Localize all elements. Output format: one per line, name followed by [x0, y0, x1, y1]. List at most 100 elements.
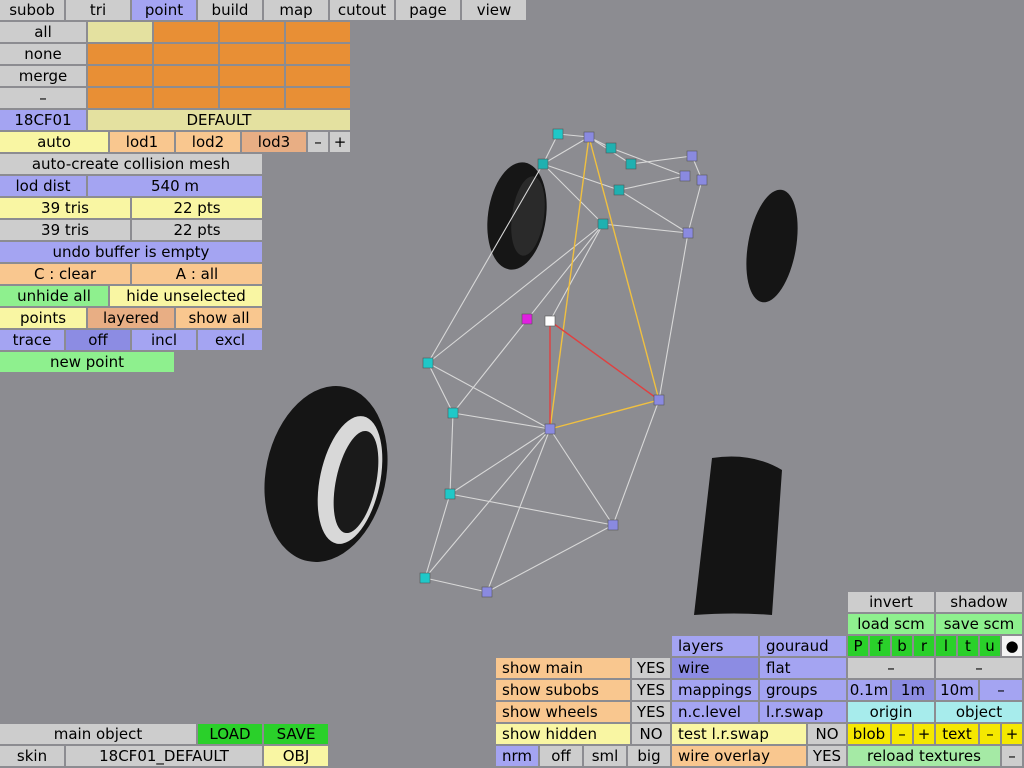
- merge-button[interactable]: merge: [0, 66, 88, 87]
- view-r-button[interactable]: r: [914, 636, 936, 657]
- view-u-button[interactable]: u: [980, 636, 1002, 657]
- select-all-button[interactable]: all: [0, 22, 88, 43]
- trace-excl-button[interactable]: excl: [198, 330, 264, 351]
- nc-level-button[interactable]: n.c.level: [672, 702, 760, 723]
- layered-button[interactable]: layered: [88, 308, 176, 329]
- lod-minus-button[interactable]: –: [308, 132, 330, 153]
- size-nrm-button[interactable]: nrm: [496, 746, 540, 767]
- menu-cutout[interactable]: cutout: [330, 0, 396, 21]
- view-p-button[interactable]: P: [848, 636, 870, 657]
- invert-button[interactable]: invert: [848, 592, 936, 613]
- swatch[interactable]: [220, 22, 286, 43]
- blob-plus-button[interactable]: +: [914, 724, 936, 745]
- grid-10m-button[interactable]: 10m: [936, 680, 980, 701]
- menu-point[interactable]: point: [132, 0, 198, 21]
- blob-minus-button[interactable]: –: [892, 724, 914, 745]
- reload-textures-button[interactable]: reload textures: [848, 746, 1002, 767]
- blob-button[interactable]: blob: [848, 724, 892, 745]
- skin-name[interactable]: DEFAULT: [88, 110, 352, 131]
- dot-icon[interactable]: ●: [1002, 636, 1024, 657]
- test-lr-swap-toggle[interactable]: NO: [808, 724, 848, 745]
- text-button[interactable]: text: [936, 724, 980, 745]
- show-all-button[interactable]: show all: [176, 308, 264, 329]
- collision-mesh-button[interactable]: auto-create collision mesh: [0, 154, 264, 175]
- load-scm-button[interactable]: load scm: [848, 614, 936, 635]
- trace-button[interactable]: trace: [0, 330, 66, 351]
- show-main-toggle[interactable]: YES: [632, 658, 672, 679]
- swatch[interactable]: [286, 44, 352, 65]
- grid-1m-button[interactable]: 1m: [892, 680, 936, 701]
- menu-subob[interactable]: subob: [0, 0, 66, 21]
- groups-button[interactable]: groups: [760, 680, 848, 701]
- menu-build[interactable]: build: [198, 0, 264, 21]
- text-minus-button[interactable]: –: [980, 724, 1002, 745]
- trace-off-button[interactable]: off: [66, 330, 132, 351]
- load-button[interactable]: LOAD: [198, 724, 264, 745]
- text-plus-button[interactable]: +: [1002, 724, 1024, 745]
- swatch[interactable]: [154, 66, 220, 87]
- swatch[interactable]: [154, 22, 220, 43]
- show-hidden-toggle[interactable]: NO: [632, 724, 672, 745]
- swatch[interactable]: [286, 22, 352, 43]
- size-big-button[interactable]: big: [628, 746, 672, 767]
- vertices[interactable]: [419, 128, 708, 598]
- size-off-button[interactable]: off: [540, 746, 584, 767]
- show-subobs-toggle[interactable]: YES: [632, 680, 672, 701]
- dash-button[interactable]: –: [0, 88, 88, 109]
- swatch[interactable]: [154, 44, 220, 65]
- clear-button[interactable]: C : clear: [0, 264, 132, 285]
- view-b-button[interactable]: b: [892, 636, 914, 657]
- wire-overlay-toggle[interactable]: YES: [808, 746, 848, 767]
- undo-status[interactable]: undo buffer is empty: [0, 242, 264, 263]
- select-none-button[interactable]: none: [0, 44, 88, 65]
- select-all-key-button[interactable]: A : all: [132, 264, 264, 285]
- swatch[interactable]: [220, 44, 286, 65]
- obj-button[interactable]: OBJ: [264, 746, 330, 767]
- skin-select[interactable]: 18CF01_DEFAULT: [66, 746, 264, 767]
- swatch[interactable]: [220, 66, 286, 87]
- swatch[interactable]: [154, 88, 220, 109]
- lod1-button[interactable]: lod1: [110, 132, 176, 153]
- dash-left-button[interactable]: –: [848, 658, 936, 679]
- swatch[interactable]: [88, 22, 154, 43]
- swatch[interactable]: [88, 66, 154, 87]
- hide-unselected-button[interactable]: hide unselected: [110, 286, 264, 307]
- mappings-button[interactable]: mappings: [672, 680, 760, 701]
- reload-minus-button[interactable]: –: [1002, 746, 1024, 767]
- lod2-button[interactable]: lod2: [176, 132, 242, 153]
- dash-right-button[interactable]: –: [936, 658, 1024, 679]
- shadow-button[interactable]: shadow: [936, 592, 1024, 613]
- object-button[interactable]: object: [936, 702, 1024, 723]
- object-name[interactable]: 18CF01: [0, 110, 88, 131]
- origin-button[interactable]: origin: [848, 702, 936, 723]
- gouraud-button[interactable]: gouraud: [760, 636, 848, 657]
- menu-map[interactable]: map: [264, 0, 330, 21]
- lod-dist-value[interactable]: 540 m: [88, 176, 264, 197]
- size-sml-button[interactable]: sml: [584, 746, 628, 767]
- new-point-button[interactable]: new point: [0, 352, 176, 373]
- points-button[interactable]: points: [0, 308, 88, 329]
- trace-incl-button[interactable]: incl: [132, 330, 198, 351]
- view-f-button[interactable]: f: [870, 636, 892, 657]
- lod-plus-button[interactable]: +: [330, 132, 352, 153]
- lod3-button[interactable]: lod3: [242, 132, 308, 153]
- swatch[interactable]: [220, 88, 286, 109]
- view-l-button[interactable]: l: [936, 636, 958, 657]
- unhide-all-button[interactable]: unhide all: [0, 286, 110, 307]
- menu-tri[interactable]: tri: [66, 0, 132, 21]
- swatch[interactable]: [286, 66, 352, 87]
- swatch[interactable]: [88, 44, 154, 65]
- flat-button[interactable]: flat: [760, 658, 848, 679]
- lr-swap-button[interactable]: l.r.swap: [760, 702, 848, 723]
- view-t-button[interactable]: t: [958, 636, 980, 657]
- swatch[interactable]: [88, 88, 154, 109]
- grid-0-1m-button[interactable]: 0.1m: [848, 680, 892, 701]
- save-scm-button[interactable]: save scm: [936, 614, 1024, 635]
- save-button[interactable]: SAVE: [264, 724, 330, 745]
- swatch[interactable]: [286, 88, 352, 109]
- lod-auto-button[interactable]: auto: [0, 132, 110, 153]
- wire-button[interactable]: wire: [672, 658, 760, 679]
- show-wheels-toggle[interactable]: YES: [632, 702, 672, 723]
- menu-page[interactable]: page: [396, 0, 462, 21]
- layers-button[interactable]: layers: [672, 636, 760, 657]
